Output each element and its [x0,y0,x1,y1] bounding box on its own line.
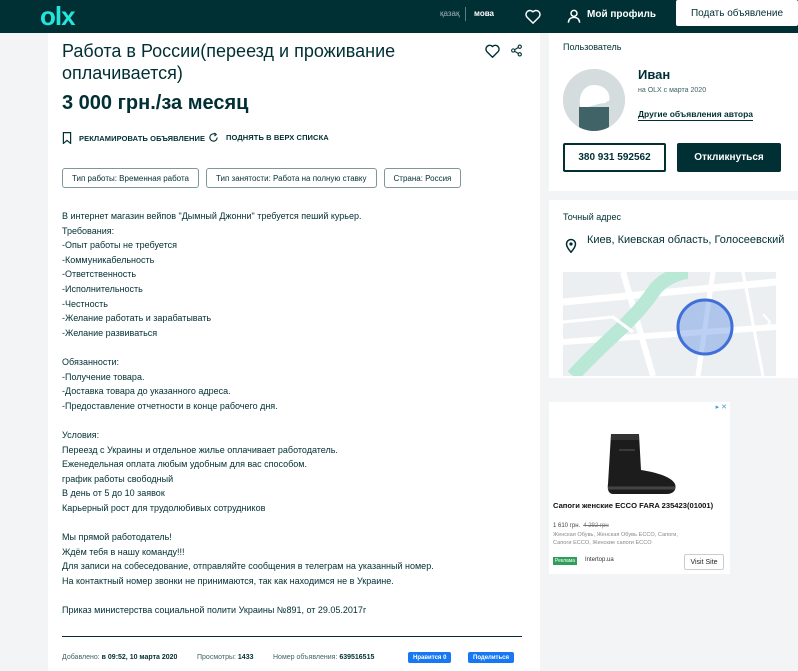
listing-card: Работа в России(переезд и проживание опл… [48,33,540,671]
seller-other-ads-link[interactable]: Другие объявления автора [638,109,754,121]
bookmark-icon [62,132,72,144]
tag-employment-type[interactable]: Тип занятости: Работа на полную ставку [205,168,377,188]
tag-country[interactable]: Страна: Россия [383,168,462,188]
promote-ad-link[interactable]: РЕКЛАМИРОВАТЬ ОБЪЯВЛЕНИЕ [62,132,205,144]
description-line: Ждём тебя в нашу команду!!! [62,546,185,557]
post-ad-button[interactable]: Подать объявление [676,0,798,26]
location-pin-icon [565,238,577,258]
facebook-like-label: Нравится 0 [413,654,447,661]
description-line: Приказ министерства социальной полити Ук… [62,605,367,616]
description-line: график работы свободный [62,473,174,484]
description-line: Требования: [62,225,115,236]
description-line: На контактный номер звонки не принимаютс… [62,575,394,586]
ad-sponsored-tag: Реклама [553,557,578,565]
user-icon[interactable] [564,6,584,26]
description-line: -Исполнительность [62,283,143,294]
description-line: -Доставка товара до указанного адреса. [62,386,231,397]
seller-section-label: Пользователь [563,42,622,52]
description-line: Мы прямой работодатель! [62,532,172,543]
lang-ukrainian-link[interactable]: мова [474,9,494,18]
listing-description: В интернет магазин вейпов "Дымный Джонни… [62,209,522,618]
ad-visit-site-button[interactable]: Visit Site [684,554,724,570]
ad-price: 1 610 грн. 4 292 грн [553,523,609,529]
location-card: Точный адрес Киев, Киевская область, Гол… [549,200,798,378]
facebook-like-button[interactable]: Нравится 0 [408,652,452,663]
description-line [62,413,522,428]
description-line: -Предоставление отчетности в конце рабоч… [62,400,278,411]
location-map[interactable] [563,272,776,376]
reply-button[interactable]: Откликнуться [677,143,781,172]
olx-logo[interactable]: olx [40,3,76,29]
top-header: olx қазақ мова Мой профиль Подать объявл… [0,0,798,33]
description-line: -Коммуникабельность [62,254,155,265]
views-count: Просмотры: 1433 [197,654,254,661]
ad-description: Женская Обувь, Женская Обувь ECCO, Сапог… [553,532,678,546]
description-line: В день от 5 до 10 заявок [62,488,165,499]
favorites-heart-icon[interactable] [523,6,543,26]
raise-ad-link[interactable]: ПОДНЯТЬ В ВЕРХ СПИСКА [208,132,329,143]
description-line: -Получение товара. [62,371,145,382]
description-line: -Опыт работы не требуется [62,240,177,251]
description-line: В интернет магазин вейпов "Дымный Джонни… [62,211,362,221]
ad-shop-name: Intertop.ua [585,557,614,563]
seller-name: Иван [638,67,671,82]
description-line: Для записи на собеседование, отправляйте… [62,561,434,572]
description-line: Карьерный рост для трудолюбивых сотрудни… [62,502,266,513]
show-phone-button[interactable]: 380 931 592562 [563,143,666,172]
added-date: Добавлено: в 09:52, 10 марта 2020 [62,654,178,661]
description-line: -Честность [62,298,108,309]
advertisement-card[interactable]: ▸ ✕ Сапоги женские ECCO FARA 235423(0100… [549,402,730,574]
description-divider [62,636,522,637]
description-line [62,340,522,355]
heart-icon[interactable] [485,44,500,63]
ad-title[interactable]: Сапоги женские ECCO FARA 235423(01001) [553,501,728,511]
avatar [563,69,625,131]
description-line: -Желание развиваться [62,327,158,338]
seller-card: Пользователь Иван на OLX с марта 2020 Др… [549,33,798,191]
location-section-label: Точный адрес [563,212,622,222]
tag-job-type[interactable]: Тип работы: Временная работа [62,168,199,188]
listing-title: Работа в России(переезд и проживание опл… [62,41,396,83]
lang-kazakh-link[interactable]: қазақ [440,9,459,18]
listing-tags: Тип работы: Временная работа Тип занятос… [62,168,462,188]
refresh-icon [208,132,219,143]
location-address: Киев, Киевская область, Голосеевский [587,234,785,246]
ad-choices-icon[interactable]: ▸ ✕ [716,403,727,411]
my-profile-link[interactable]: Мой профиль [587,9,656,20]
boot-image[interactable] [599,430,679,503]
description-line: Переезд с Украины и отдельное жилье опла… [62,444,338,455]
listing-price: 3 000 грн./за месяц [62,92,249,114]
description-line: -Желание работать и зарабатывать [62,313,212,324]
ad-number: Номер объявления: 639516515 [273,654,375,661]
description-line: -Ответственность [62,269,137,280]
lang-divider [465,7,466,21]
description-line: Обязанности: [62,356,120,367]
facebook-share-button[interactable]: Поделиться [468,652,515,663]
description-line [62,588,522,603]
share-icon[interactable] [510,44,523,62]
description-line [62,515,522,530]
description-line: Условия: [62,429,100,440]
seller-since: на OLX с марта 2020 [638,87,707,94]
description-line: Еженедельная оплата любым удобным для ва… [62,459,307,470]
